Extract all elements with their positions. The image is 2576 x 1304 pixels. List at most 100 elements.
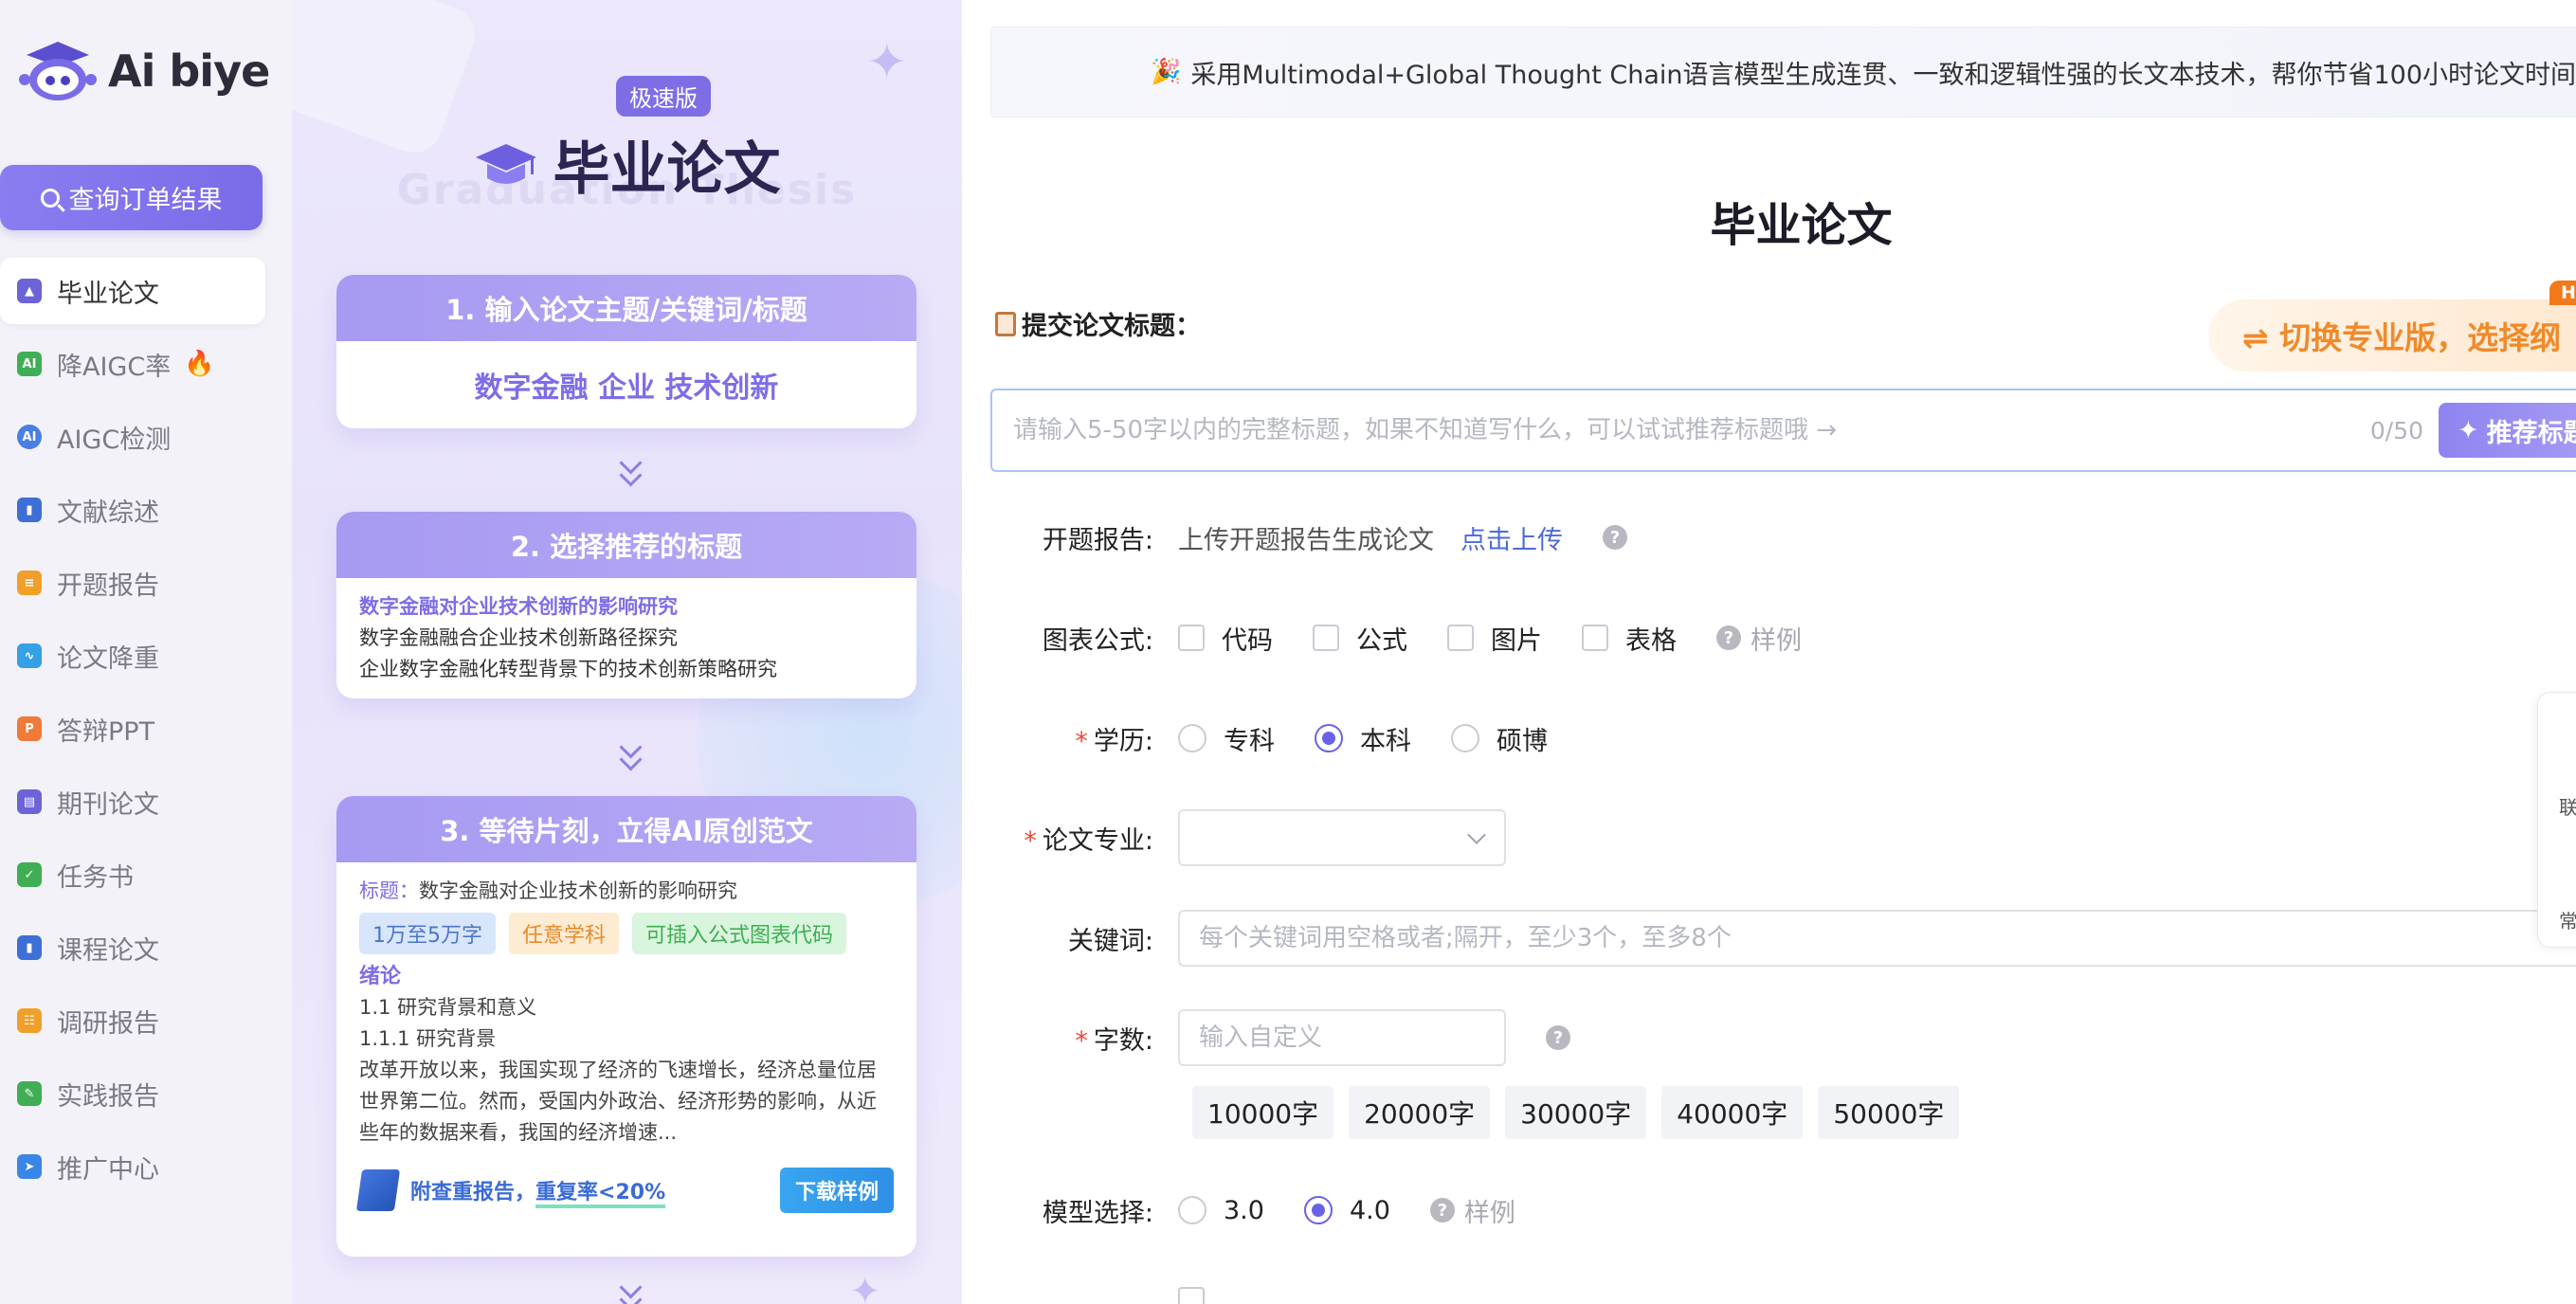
promo-title-text: 毕业论文 bbox=[553, 136, 781, 203]
model-radio-4[interactable] bbox=[1303, 1196, 1333, 1224]
sidebar-item-promotion-center[interactable]: ➤ 推广中心 bbox=[0, 1133, 265, 1200]
sample-footer: 附查重报告，重复率<20% 下载样例 bbox=[355, 1168, 894, 1217]
model-radio-3[interactable] bbox=[1178, 1196, 1206, 1224]
floating-contact-panel[interactable]: 联 常 bbox=[2537, 692, 2576, 948]
main-content: 🎉 采用Multimodal+Global Thought Chain语言模型生… bbox=[962, 0, 2576, 1304]
proposal-row: 开题报告: 上传开题报告生成论文 点击上传 ? bbox=[990, 509, 1627, 566]
chevron-down-icon bbox=[617, 455, 645, 489]
sidebar-item-label: 文献综述 bbox=[57, 498, 159, 528]
help-icon[interactable]: ? bbox=[1546, 1025, 1570, 1050]
logo[interactable]: Ai biye bbox=[17, 38, 270, 104]
graduation-cap-icon: ▲ bbox=[17, 279, 42, 303]
education-option-label: 专科 bbox=[1224, 726, 1275, 756]
education-radio-junior[interactable] bbox=[1178, 724, 1206, 752]
step-2-card: 2. 选择推荐的标题 数字金融对企业技术创新的影响研究 数字金融融合企业技术创新… bbox=[336, 512, 916, 698]
word-count-option[interactable]: 50000字 bbox=[1818, 1086, 1960, 1139]
sidebar-item-reduce-aigc[interactable]: AI 降AIGC率 🔥 bbox=[0, 331, 265, 397]
sidebar-item-label: 期刊论文 bbox=[57, 789, 159, 820]
sparkle-icon: ✦ bbox=[849, 1270, 881, 1304]
sidebar-item-proposal-report[interactable]: ≡ 开题报告 bbox=[0, 550, 265, 616]
word-count-option[interactable]: 40000字 bbox=[1661, 1086, 1804, 1139]
survey-icon: ☷ bbox=[17, 1008, 42, 1033]
robot-logo-icon bbox=[19, 42, 97, 100]
sample-title-value: 数字金融对企业技术创新的影响研究 bbox=[419, 879, 737, 902]
word-count-input[interactable] bbox=[1178, 1009, 1506, 1066]
help-icon: ? bbox=[1429, 1198, 1455, 1222]
model-option-label: 3.0 bbox=[1224, 1195, 1264, 1225]
proposal-label: 开题报告: bbox=[1042, 525, 1153, 555]
table-checkbox[interactable] bbox=[1582, 625, 1608, 651]
sparkle-icon: ✦ bbox=[866, 34, 908, 91]
recommend-title-button[interactable]: ✦ 推荐标题 bbox=[2439, 403, 2576, 458]
sidebar-item-journal-paper[interactable]: ▤ 期刊论文 bbox=[0, 769, 265, 835]
sample-title-label: 标题： bbox=[359, 879, 419, 902]
sidebar-item-label: 开题报告 bbox=[57, 570, 159, 601]
sidebar-item-label: AIGC检测 bbox=[57, 425, 172, 455]
sparkle-icon: ✦ bbox=[2458, 415, 2479, 445]
faq-item[interactable]: 常 bbox=[2559, 906, 2576, 933]
sidebar-item-survey-report[interactable]: ☷ 调研报告 bbox=[0, 987, 265, 1054]
promo-panel: ✦ ✦ 极速版 Graduation Thesis 毕业论文 1. 输入论文主题… bbox=[292, 0, 962, 1304]
feature-tag: 可插入公式图表代码 bbox=[632, 913, 847, 954]
step-3-header: 3. 等待片刻，立得AI原创范文 bbox=[336, 796, 916, 862]
word-count-label: * 字数: bbox=[1075, 1025, 1153, 1056]
charts-sample-text: 样例 bbox=[1751, 625, 1802, 656]
query-order-button[interactable]: 查询订单结果 bbox=[0, 165, 263, 230]
search-icon bbox=[40, 188, 60, 208]
help-icon: ? bbox=[1716, 625, 1741, 650]
sidebar-item-course-paper[interactable]: ▮ 课程论文 bbox=[0, 915, 265, 981]
recommended-title: 企业数字金融化转型背景下的技术创新策略研究 bbox=[359, 658, 777, 680]
sidebar-item-label: 论文降重 bbox=[57, 643, 159, 674]
sidebar-item-aigc-detect[interactable]: AI AIGC检测 bbox=[0, 404, 265, 470]
sidebar-item-paper-dedup[interactable]: ∿ 论文降重 bbox=[0, 623, 265, 689]
keywords-input[interactable] bbox=[1178, 910, 2576, 967]
education-radio-bachelor[interactable] bbox=[1315, 724, 1343, 752]
sidebar-item-defense-ppt[interactable]: P 答辩PPT bbox=[0, 696, 265, 762]
image-checkbox[interactable] bbox=[1447, 625, 1474, 651]
major-select[interactable] bbox=[1178, 809, 1506, 866]
step-1-keywords: 数字金融 企业 技术创新 bbox=[474, 371, 779, 405]
recommended-title: 数字金融融合企业技术创新路径探究 bbox=[359, 626, 678, 649]
contact-item[interactable]: 联 bbox=[2559, 792, 2576, 820]
education-radio-master-phd[interactable] bbox=[1451, 724, 1479, 752]
chevron-down-icon bbox=[617, 1279, 645, 1304]
sidebar-item-label: 实践报告 bbox=[57, 1081, 159, 1112]
sample-line: 1.1 研究背景和意义 bbox=[359, 996, 537, 1019]
recommended-title: 数字金融对企业技术创新的影响研究 bbox=[359, 595, 678, 618]
word-count-option[interactable]: 30000字 bbox=[1505, 1086, 1647, 1139]
keywords-label: 关键词: bbox=[1067, 926, 1153, 956]
word-count-row: *字数: ? bbox=[990, 1009, 1570, 1066]
journal-icon: ▤ bbox=[17, 789, 42, 814]
sidebar: Ai biye 查询订单结果 ▲ 毕业论文 AI 降AIGC率 🔥 AI AIG… bbox=[0, 0, 292, 1304]
promo-title: 毕业论文 bbox=[474, 123, 781, 206]
sidebar-item-literature-review[interactable]: ▮ 文献综述 bbox=[0, 477, 265, 543]
download-sample-button[interactable]: 下载样例 bbox=[779, 1168, 894, 1213]
plagiarism-report-note: 附查重报告，重复率<20% bbox=[410, 1175, 666, 1208]
word-count-option[interactable]: 10000字 bbox=[1192, 1086, 1334, 1139]
step-1-card: 1. 输入论文主题/关键词/标题 数字金融 企业 技术创新 bbox=[336, 275, 916, 428]
title-input-box: 0/50 ✦ 推荐标题 bbox=[990, 389, 2576, 472]
chart-line-icon: ∿ bbox=[17, 643, 42, 668]
logo-text: Ai biye bbox=[108, 45, 270, 97]
sidebar-item-graduation-thesis[interactable]: ▲ 毕业论文 bbox=[0, 258, 265, 324]
keywords-row: 关键词: bbox=[990, 910, 2576, 967]
formula-checkbox[interactable] bbox=[1313, 625, 1339, 651]
table-option-label: 表格 bbox=[1625, 625, 1677, 656]
formula-option-label: 公式 bbox=[1356, 625, 1407, 656]
education-label-text: 学历: bbox=[1093, 726, 1153, 756]
upload-link[interactable]: 点击上传 bbox=[1460, 519, 1563, 556]
party-popper-icon: 🎉 bbox=[1151, 58, 1182, 86]
help-icon[interactable]: ? bbox=[1603, 525, 1627, 550]
code-checkbox[interactable] bbox=[1178, 625, 1205, 651]
references-checkbox[interactable] bbox=[1178, 1287, 1205, 1304]
thesis-title-input[interactable] bbox=[992, 390, 2370, 470]
sidebar-item-practice-report[interactable]: ✎ 实践报告 bbox=[0, 1060, 265, 1127]
sidebar-item-label: 毕业论文 bbox=[57, 279, 159, 309]
word-count-option[interactable]: 20000字 bbox=[1349, 1086, 1491, 1139]
switch-pro-button[interactable]: ⇌ 切换专业版，选择纲 bbox=[2208, 299, 2576, 371]
charts-sample-link[interactable]: ? 样例 bbox=[1716, 620, 1802, 657]
sidebar-item-task-book[interactable]: ✓ 任务书 bbox=[0, 842, 265, 908]
sample-title: 标题：数字金融对企业技术创新的影响研究 bbox=[359, 876, 894, 907]
model-sample-link[interactable]: ? 样例 bbox=[1429, 1192, 1515, 1229]
sample-paragraph: 改革开放以来，我国实现了经济的飞速增长，经济总量位居世界第二位。然而，受国内外政… bbox=[359, 1059, 877, 1144]
